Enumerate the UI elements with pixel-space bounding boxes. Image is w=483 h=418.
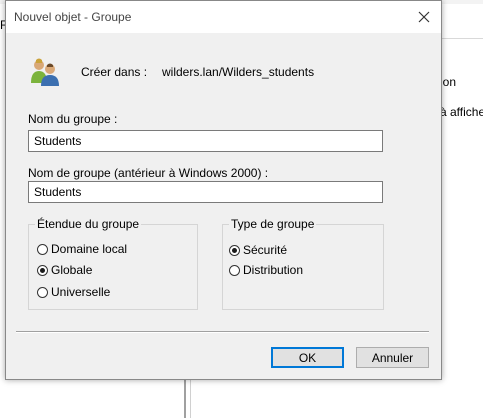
- button-separator: [16, 331, 429, 333]
- dialog-title: Nouvel objet - Groupe: [14, 10, 132, 24]
- scope-universal-radio[interactable]: Universelle: [37, 285, 110, 299]
- create-in-label: Créer dans :: [81, 65, 148, 79]
- radio-button[interactable]: [37, 243, 48, 255]
- scope-domain-local-radio[interactable]: Domaine local: [37, 242, 127, 256]
- scope-global-radio[interactable]: Globale: [37, 263, 92, 277]
- radio-button-selected[interactable]: [229, 244, 240, 256]
- type-distribution-radio[interactable]: Distribution: [229, 263, 303, 277]
- group-name-pre2000-input[interactable]: Students: [28, 181, 383, 203]
- background-divider: [184, 378, 186, 418]
- create-in-path: wilders.lan/Wilders_students: [162, 65, 315, 79]
- radio-button[interactable]: [37, 286, 48, 298]
- ok-button[interactable]: OK: [271, 347, 344, 368]
- background-panel-divider: [440, 38, 483, 65]
- group-name-pre2000-label: Nom de groupe (antérieur à Windows 2000)…: [28, 166, 269, 180]
- title-bar[interactable]: Nouvel objet - Groupe: [6, 1, 441, 33]
- group-scope-title: Étendue du groupe: [35, 217, 142, 231]
- background-divider: [190, 378, 191, 418]
- type-option-label: Distribution: [243, 263, 304, 277]
- type-option-label: Sécurité: [243, 243, 288, 257]
- group-name-input[interactable]: Students: [28, 130, 383, 152]
- background-text-fragment: à affiche: [440, 105, 483, 119]
- group-name-label: Nom du groupe :: [28, 112, 118, 126]
- type-security-radio[interactable]: Sécurité: [229, 243, 287, 257]
- background-text-fragment: ion: [440, 75, 457, 89]
- group-type-title: Type de groupe: [229, 217, 317, 231]
- close-button[interactable]: [407, 1, 441, 33]
- scope-option-label: Globale: [51, 263, 93, 277]
- radio-button[interactable]: [229, 264, 240, 276]
- scope-option-label: Domaine local: [51, 242, 128, 256]
- radio-button-selected[interactable]: [37, 264, 48, 276]
- group-icon: [31, 58, 59, 86]
- close-icon: [418, 11, 430, 23]
- group-scope-box: Étendue du groupe Domaine local Globale …: [28, 217, 198, 310]
- new-group-dialog: Nouvel objet - Groupe Créer dans : wilde…: [5, 0, 442, 380]
- group-type-box: Type de groupe Sécurité Distribution: [222, 217, 384, 310]
- cancel-button[interactable]: Annuler: [356, 347, 429, 368]
- scope-option-label: Universelle: [51, 285, 111, 299]
